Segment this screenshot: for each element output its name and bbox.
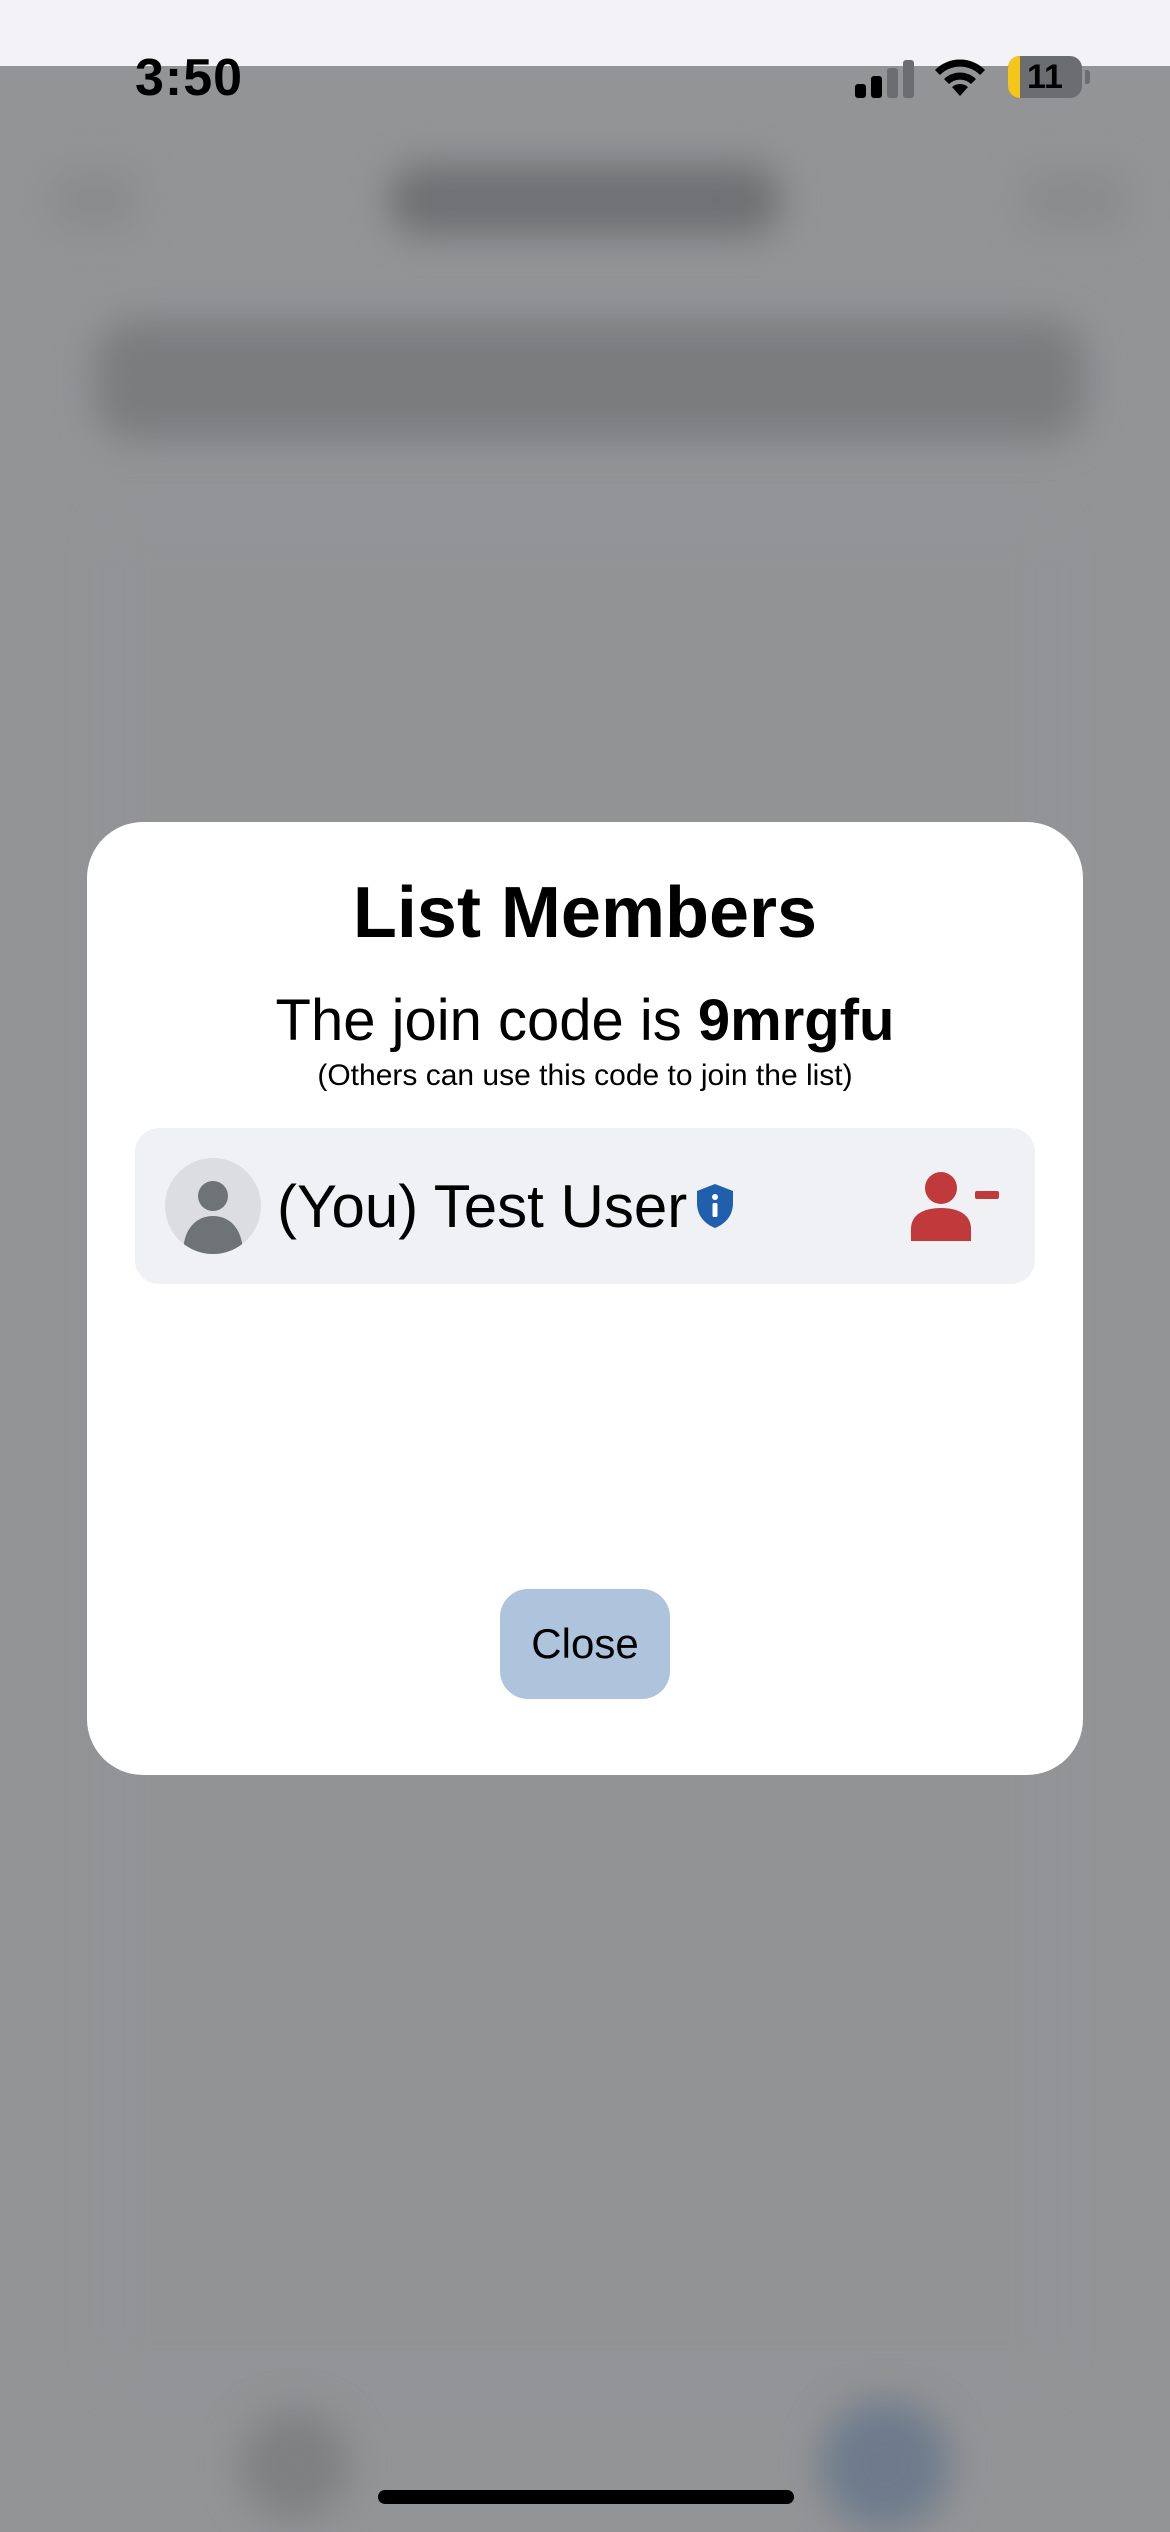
battery-tip <box>1085 70 1090 84</box>
home-indicator[interactable] <box>378 2490 794 2504</box>
background-input <box>95 320 1085 440</box>
wifi-icon <box>935 59 985 96</box>
remove-member-icon[interactable] <box>911 1171 1001 1241</box>
member-row: (You) Test User <box>135 1128 1035 1284</box>
close-button[interactable]: Close <box>500 1589 670 1699</box>
join-code[interactable]: 9mrgfu <box>698 988 895 1053</box>
battery-icon: 11 <box>1008 56 1082 98</box>
status-time: 3:50 <box>135 49 244 107</box>
join-code-prefix: The join code is <box>275 988 698 1053</box>
battery-level-text: 11 <box>1027 57 1063 96</box>
modal-title: List Members <box>352 873 818 953</box>
member-name: (You) Test User <box>277 1173 688 1240</box>
person-avatar-icon <box>165 1158 261 1254</box>
background-back-button <box>50 170 140 230</box>
join-code-line: The join code is 9mrgfu <box>87 987 1083 1054</box>
shield-info-icon[interactable] <box>695 1183 735 1229</box>
signal-icon <box>855 58 915 98</box>
status-bar: 3:50 11 <box>0 0 1170 107</box>
list-members-modal: List Members The join code is 9mrgfu (Ot… <box>87 822 1083 1775</box>
join-code-hint: (Others can use this code to join the li… <box>317 1059 853 1092</box>
background-left-fab <box>240 2410 350 2520</box>
background-right-fab <box>820 2400 950 2530</box>
background-title <box>390 165 780 235</box>
background-menu-button <box>1020 170 1130 230</box>
